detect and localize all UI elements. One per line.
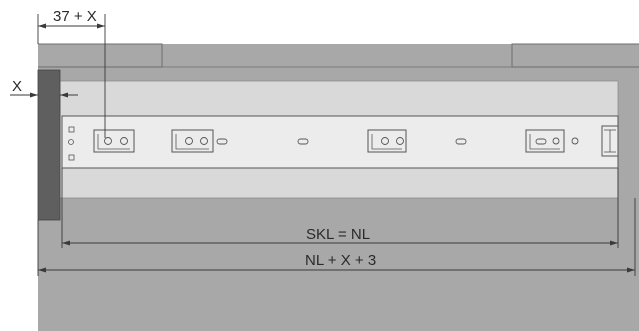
drawer-slide-diagram: 37 + X X SKL = NL NL + X + 3 bbox=[10, 8, 639, 331]
drawer-slide bbox=[61, 115, 619, 169]
slide-length-label: SKL = NL bbox=[306, 226, 370, 243]
offset-top-label: 37 + X bbox=[53, 8, 97, 25]
slide-body bbox=[61, 115, 619, 169]
total-length-label: NL + X + 3 bbox=[305, 252, 376, 269]
arrow-head-icon bbox=[97, 23, 105, 29]
arrow-head-icon bbox=[30, 92, 38, 98]
offset-left-label: X bbox=[12, 78, 22, 95]
arrow-head-icon bbox=[38, 23, 46, 29]
front-panel bbox=[37, 69, 61, 221]
